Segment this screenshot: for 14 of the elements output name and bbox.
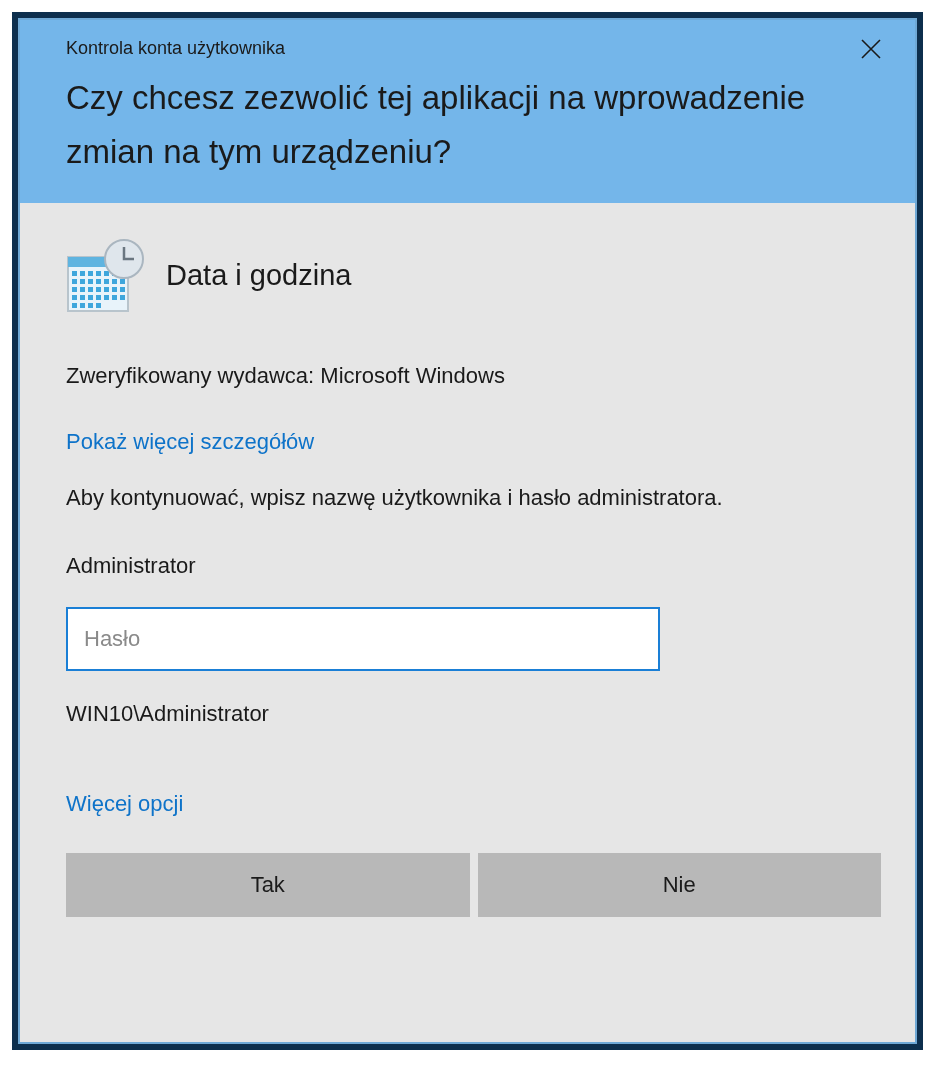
account-name: Administrator xyxy=(66,552,196,580)
calendar-clock-icon xyxy=(66,237,146,313)
more-options-link[interactable]: Więcej opcji xyxy=(66,791,184,817)
instruction-text: Aby kontynuować, wpisz nazwę użytkownika i hasło administratora. xyxy=(66,484,723,512)
dialog-button[interactable]: Nie xyxy=(477,853,881,917)
details-link[interactable]: Pokaż więcej szczegółów xyxy=(66,429,315,455)
dialog-button[interactable]: Tak xyxy=(66,853,470,917)
app-name: Data i godzina xyxy=(166,258,352,292)
close-icon[interactable] xyxy=(861,38,881,59)
prompt-question: Czy chcesz zezwolić tej aplikacji na wprowadzenie zmian na tym urządzeniu? xyxy=(66,78,807,172)
account-domain: WIN10\Administrator xyxy=(66,700,269,728)
password-field[interactable]: Hasło xyxy=(66,607,660,671)
publisher-text: Zweryfikowany wydawca: Microsoft Windows xyxy=(66,362,505,390)
window-title: Kontrola konta użytkownika xyxy=(66,38,286,59)
